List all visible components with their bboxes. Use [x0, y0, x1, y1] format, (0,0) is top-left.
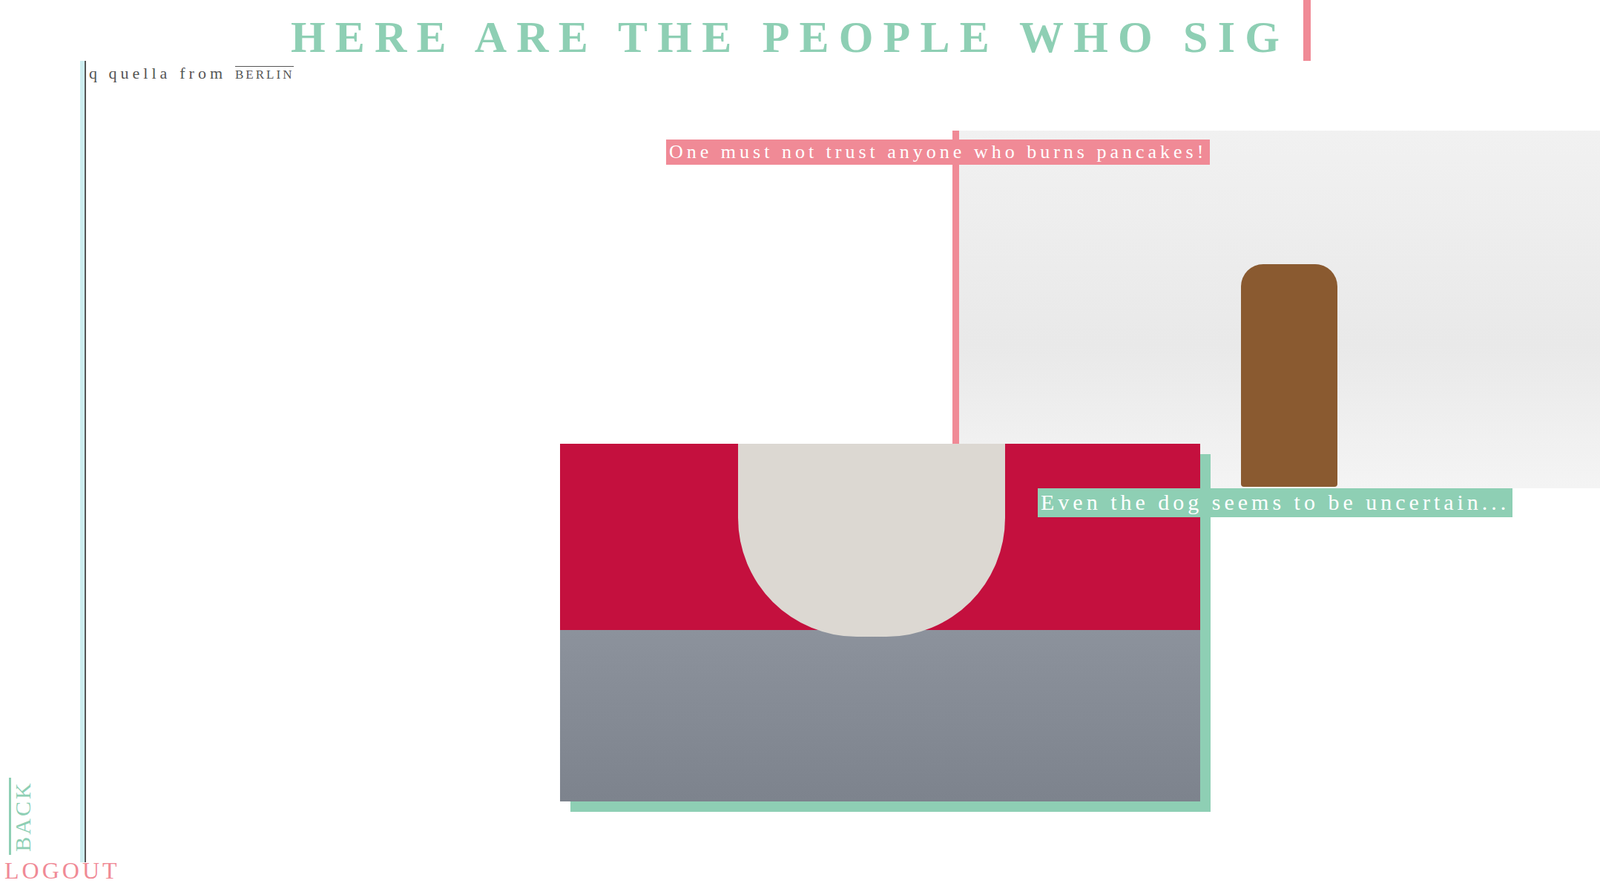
user-city[interactable]: BERLIN: [235, 66, 294, 83]
pancake-photo[interactable]: [959, 130, 1600, 489]
from-label: from: [179, 63, 227, 84]
logout-link[interactable]: LOGOUT: [4, 857, 121, 884]
page-heading: HERE ARE THE PEOPLE WHO SIG: [290, 10, 1290, 64]
back-link[interactable]: BACK: [4, 778, 42, 854]
sidebar-line: [80, 60, 87, 862]
dog-figure: [738, 443, 1006, 637]
accent-bar: [1303, 0, 1311, 61]
user-name[interactable]: q quella: [89, 63, 171, 84]
photo-accent: [952, 130, 960, 444]
user-info: q quella from BERLIN: [89, 63, 294, 84]
back-label[interactable]: BACK: [10, 780, 36, 851]
pancake-stack: [1240, 264, 1338, 487]
post-caption: Even the dog seems to be uncertain...: [1037, 488, 1513, 518]
post-caption: One must not trust anyone who burns panc…: [666, 139, 1210, 165]
